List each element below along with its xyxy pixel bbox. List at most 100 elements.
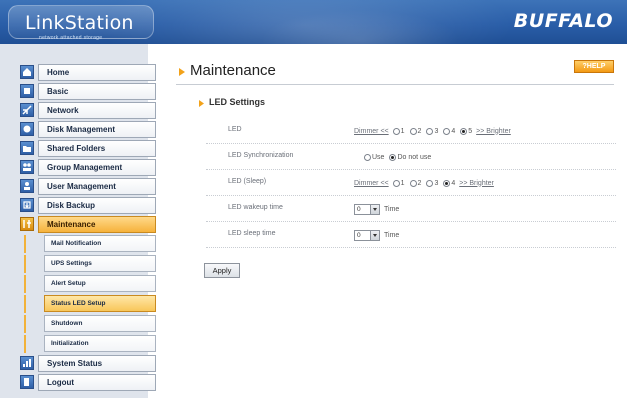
sleep-time-select[interactable]: 0: [354, 229, 380, 241]
sidebar-item-network[interactable]: Network: [20, 102, 156, 119]
user-icon: [20, 179, 34, 193]
radio-label: Use: [372, 153, 385, 161]
submenu-connector: [24, 255, 34, 273]
led-radio-1[interactable]: [392, 127, 400, 135]
sidebar-subitem-label: Mail Notification: [44, 235, 156, 252]
dimmer-link[interactable]: Dimmer <<: [354, 180, 389, 187]
logout-icon: [20, 375, 34, 389]
sidebar-nav: Home Basic Network Disk Management Share…: [20, 64, 156, 393]
sync-use-radio[interactable]: [364, 153, 371, 161]
dimmer-link[interactable]: Dimmer <<: [354, 128, 389, 135]
sidebar-subitem-label: Initialization: [44, 335, 156, 352]
led-radio-2[interactable]: [409, 127, 417, 135]
setting-row-led-sleep: LED (Sleep) Dimmer << 1 2 3 4 >> Brighte…: [206, 170, 616, 196]
radio-label: 2: [417, 179, 422, 187]
setting-row-led: LED Dimmer << 1 2 3 4 5 >> Brighter: [206, 118, 616, 144]
select-value: 0: [357, 231, 361, 239]
sidebar-item-shared-folders[interactable]: Shared Folders: [20, 140, 156, 157]
group-icon: [20, 160, 34, 174]
led-radio-5[interactable]: [460, 127, 468, 135]
radio-label: Do not use: [397, 153, 432, 161]
help-button[interactable]: ?HELP: [574, 60, 614, 73]
setting-label: LED: [228, 126, 242, 133]
wakeup-time-select[interactable]: 0: [354, 203, 380, 215]
section-title: LED Settings: [209, 97, 266, 107]
sleep-radio-1[interactable]: [392, 179, 400, 187]
sidebar-item-label: User Management: [38, 178, 156, 195]
chevron-down-icon: [370, 230, 379, 240]
sidebar-subitem-ups-settings[interactable]: UPS Settings: [20, 255, 156, 273]
title-divider: [176, 84, 614, 85]
sidebar-item-label: Basic: [38, 83, 156, 100]
setting-row-led-sync: LED Synchronization Use Do not use: [206, 144, 616, 170]
sidebar-subitem-label: Status LED Setup: [44, 295, 156, 312]
sidebar-item-logout[interactable]: Logout: [20, 374, 156, 391]
sidebar-subitem-label: Alert Setup: [44, 275, 156, 292]
maintenance-submenu: Mail Notification UPS Settings Alert Set…: [20, 235, 156, 353]
radio-label: 1: [400, 179, 405, 187]
sleep-radio-2[interactable]: [409, 179, 417, 187]
brighter-link[interactable]: >> Brighter: [476, 128, 511, 135]
sidebar-item-group-management[interactable]: Group Management: [20, 159, 156, 176]
sidebar-item-label: Disk Management: [38, 121, 156, 138]
sidebar-item-maintenance[interactable]: Maintenance: [20, 216, 156, 233]
brighter-link[interactable]: >> Brighter: [459, 180, 494, 187]
radio-label: 3: [434, 179, 439, 187]
page-title: Maintenance: [190, 62, 276, 79]
setting-row-sleep-time: LED sleep time 0 Time: [206, 222, 616, 248]
sidebar-item-disk-management[interactable]: Disk Management: [20, 121, 156, 138]
led-sync-control: Use Do not use: [360, 150, 432, 164]
sync-donot-radio[interactable]: [389, 153, 397, 161]
submenu-connector: [24, 235, 34, 253]
sidebar-item-home[interactable]: Home: [20, 64, 156, 81]
sidebar-item-label: Maintenance: [38, 216, 156, 233]
submenu-connector: [24, 315, 34, 333]
sidebar-item-disk-backup[interactable]: Disk Backup: [20, 197, 156, 214]
sidebar-subitem-label: Shutdown: [44, 315, 156, 332]
sleep-time-control: 0 Time: [354, 228, 399, 242]
setting-label: LED sleep time: [228, 230, 276, 237]
radio-label: 3: [434, 127, 439, 135]
sidebar-subitem-status-led-setup[interactable]: Status LED Setup: [20, 295, 156, 313]
network-icon: [20, 103, 34, 117]
sidebar-item-label: Logout: [38, 374, 156, 391]
led-sleep-brightness-control: Dimmer << 1 2 3 4 >> Brighter: [354, 176, 494, 190]
sidebar-item-label: System Status: [38, 355, 156, 372]
wakeup-time-control: 0 Time: [354, 202, 399, 216]
time-unit-label: Time: [384, 205, 400, 213]
setting-row-wakeup-time: LED wakeup time 0 Time: [206, 196, 616, 222]
sidebar-item-system-status[interactable]: System Status: [20, 355, 156, 372]
sidebar-subitem-mail-notification[interactable]: Mail Notification: [20, 235, 156, 253]
sleep-radio-4[interactable]: [443, 179, 451, 187]
sidebar-subitem-alert-setup[interactable]: Alert Setup: [20, 275, 156, 293]
sidebar-item-user-management[interactable]: User Management: [20, 178, 156, 195]
led-radio-4[interactable]: [443, 127, 451, 135]
setting-label: LED (Sleep): [228, 178, 267, 185]
submenu-connector: [24, 275, 34, 293]
radio-label: 4: [451, 179, 456, 187]
led-settings-form: LED Dimmer << 1 2 3 4 5 >> Brighter LED …: [206, 118, 616, 248]
radio-label: 4: [451, 127, 456, 135]
sidebar-subitem-shutdown[interactable]: Shutdown: [20, 315, 156, 333]
brand-logo: BUFFALO: [513, 10, 613, 32]
sidebar-item-label: Disk Backup: [38, 197, 156, 214]
folder-icon: [20, 141, 34, 155]
sidebar-subitem-initialization[interactable]: Initialization: [20, 335, 156, 353]
led-brightness-control: Dimmer << 1 2 3 4 5 >> Brighter: [354, 124, 511, 138]
disk-icon: [20, 122, 34, 136]
submenu-connector: [24, 295, 34, 313]
sidebar-item-label: Home: [38, 64, 156, 81]
led-radio-3[interactable]: [426, 127, 434, 135]
sleep-radio-3[interactable]: [426, 179, 434, 187]
select-value: 0: [357, 205, 361, 213]
submenu-connector: [24, 335, 34, 353]
main-content: Maintenance ?HELP LED Settings LED Dimme…: [148, 44, 627, 398]
tools-icon: [20, 217, 34, 231]
time-unit-label: Time: [384, 231, 400, 239]
logo-badge: LinkStation network attached storage: [8, 5, 154, 41]
logo-text: LinkStation: [25, 12, 134, 34]
apply-button[interactable]: Apply: [204, 263, 240, 278]
sidebar-item-label: Network: [38, 102, 156, 119]
logo-subtitle: network attached storage: [39, 35, 103, 41]
sidebar-item-basic[interactable]: Basic: [20, 83, 156, 100]
